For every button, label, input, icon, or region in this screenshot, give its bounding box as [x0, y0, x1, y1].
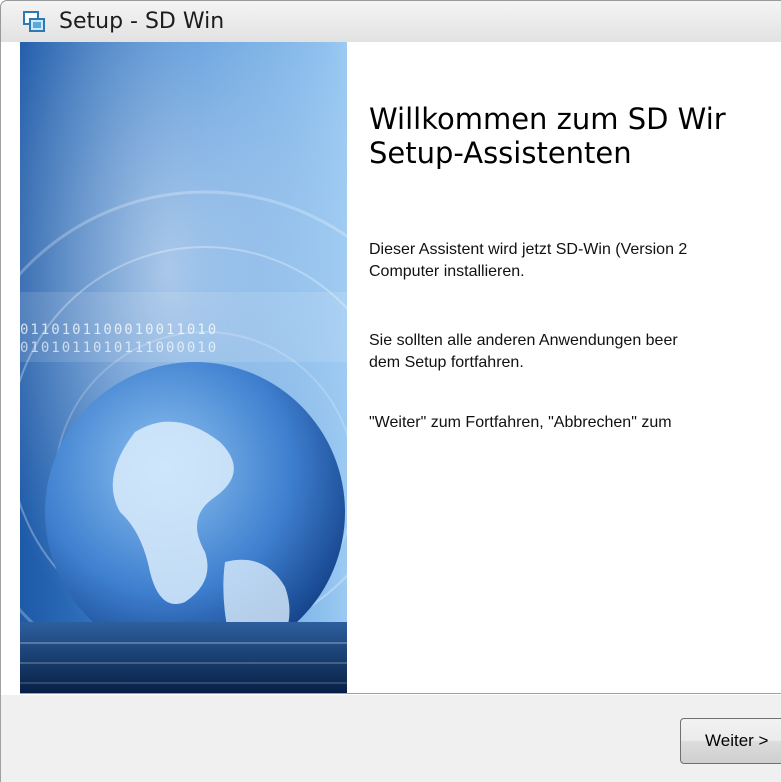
- welcome-heading: Willkommen zum SD Wir Setup-Assistenten: [369, 102, 726, 170]
- close-apps-line1: Sie sollten alle anderen Anwendungen bee…: [369, 332, 678, 349]
- continue-hint-text: "Weiter" zum Fortfahren, "Abbrechen" zum: [369, 414, 672, 431]
- install-info-line2: Computer installieren.: [369, 263, 525, 280]
- install-info-text: Dieser Assistent wird jetzt SD-Win (Vers…: [369, 239, 687, 283]
- binary-text-row1: 0110101100010011010: [20, 322, 218, 338]
- button-bar: [1, 695, 781, 782]
- setup-window: Setup - SD Win 0110101100010011010 01010…: [0, 0, 781, 782]
- install-info-line1: Dieser Assistent wird jetzt SD-Win (Vers…: [369, 241, 688, 258]
- wizard-content: Willkommen zum SD Wir Setup-Assistenten …: [347, 42, 781, 693]
- welcome-heading-line1: Willkommen zum SD Wir: [369, 102, 726, 136]
- title-bar[interactable]: Setup - SD Win: [0, 0, 781, 42]
- setup-window-icon: [23, 11, 45, 32]
- binary-text-row2: 0101011010111000010: [20, 340, 218, 356]
- window-border: [0, 42, 1, 782]
- wizard-side-image: 0110101100010011010 0101011010111000010: [20, 42, 347, 693]
- welcome-heading-line2: Setup-Assistenten: [369, 136, 632, 170]
- window-title: Setup - SD Win: [59, 9, 225, 34]
- next-button[interactable]: Weiter >: [680, 718, 781, 764]
- close-apps-line2: dem Setup fortfahren.: [369, 354, 524, 371]
- close-apps-text: Sie sollten alle anderen Anwendungen bee…: [369, 330, 678, 374]
